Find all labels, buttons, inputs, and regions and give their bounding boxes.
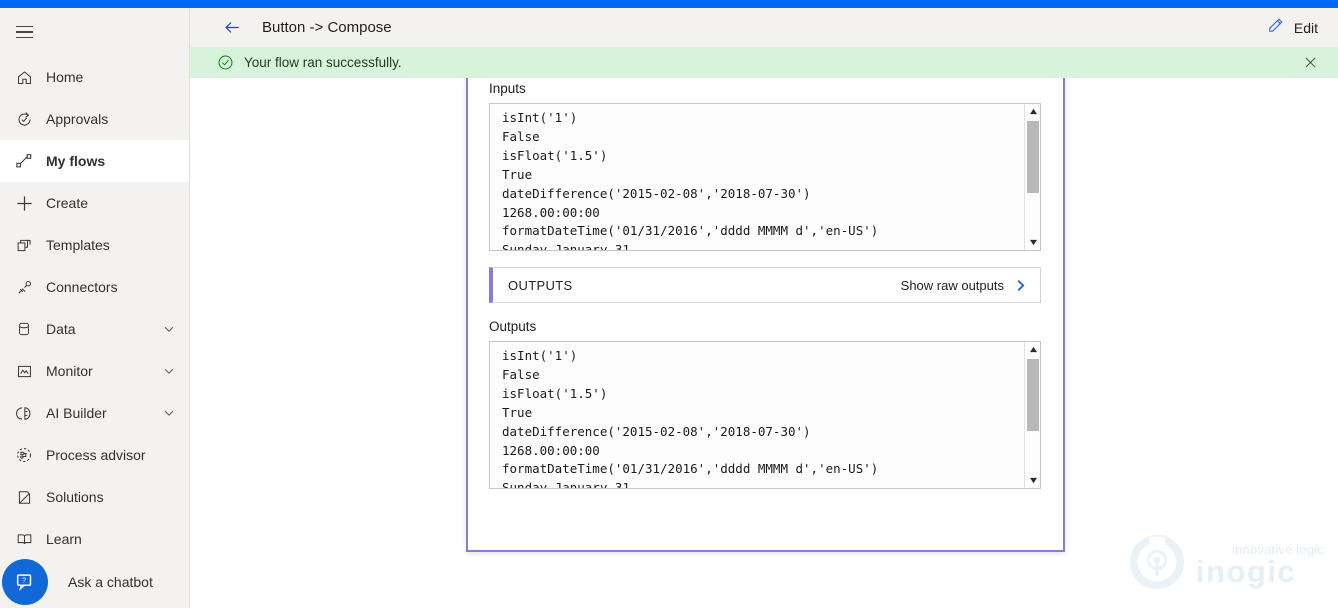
watermark-tagline: innovative logic	[1231, 542, 1324, 557]
menu-toggle-button[interactable]	[0, 8, 189, 56]
flow-run-detail-card: Inputs isInt('1') False isFloat('1.5') T…	[466, 78, 1065, 552]
chatbot-icon[interactable]: ?	[2, 558, 48, 605]
chevron-down-icon[interactable]	[162, 322, 176, 336]
inogic-watermark: innovative logic inogic	[1126, 531, 1324, 598]
scroll-down-arrow-icon[interactable]	[1025, 473, 1040, 488]
page-title: Button -> Compose	[262, 19, 392, 36]
sidebar-item-learn[interactable]: Learn	[0, 518, 189, 560]
outputs-code-box[interactable]: isInt('1') False isFloat('1.5') True dat…	[489, 341, 1041, 489]
edit-button[interactable]: Edit	[1266, 16, 1318, 40]
inputs-code-box[interactable]: isInt('1') False isFloat('1.5') True dat…	[489, 103, 1041, 251]
page-header: Button -> Compose Edit	[190, 8, 1338, 47]
sidebar-item-label: Create	[46, 195, 89, 211]
show-raw-outputs-label: Show raw outputs	[900, 277, 1004, 293]
monitor-icon	[8, 355, 40, 387]
show-raw-outputs-link[interactable]: Show raw outputs	[901, 278, 1028, 293]
sidebar-item-label: Monitor	[46, 363, 93, 379]
home-icon	[8, 61, 40, 93]
outputs-scrollbar[interactable]	[1024, 342, 1040, 488]
my-flows-icon	[8, 145, 40, 177]
plus-icon	[8, 187, 40, 219]
scroll-down-arrow-icon[interactable]	[1025, 235, 1040, 250]
sidebar-item-templates[interactable]: Templates	[0, 224, 189, 266]
sidebar-item-process-advisor[interactable]: Process advisor	[0, 434, 189, 476]
outputs-section-title: OUTPUTS	[508, 277, 573, 293]
sidebar-item-label: Learn	[46, 531, 82, 547]
sidebar-item-home[interactable]: Home	[0, 56, 189, 98]
scrollbar-thumb[interactable]	[1027, 121, 1039, 193]
sidebar-item-label: Connectors	[46, 279, 118, 295]
back-arrow-icon[interactable]	[216, 12, 248, 44]
chevron-right-icon	[1013, 278, 1028, 293]
app-root: Home Approvals My flows Create Templates…	[0, 0, 1338, 608]
watermark-brand: inogic	[1195, 554, 1297, 589]
learn-icon	[8, 523, 40, 555]
sidebar-item-label: Solutions	[46, 489, 104, 505]
inogic-logo-icon	[1126, 531, 1188, 598]
watermark-text: innovative logic inogic	[1196, 542, 1324, 587]
sidebar-item-label: Data	[46, 321, 76, 337]
hamburger-icon[interactable]	[8, 16, 40, 48]
solutions-icon	[8, 481, 40, 513]
templates-icon	[8, 229, 40, 261]
scrollbar-thumb[interactable]	[1027, 359, 1039, 431]
outputs-code-text: isInt('1') False isFloat('1.5') True dat…	[502, 348, 879, 489]
inputs-scrollbar[interactable]	[1024, 104, 1040, 250]
left-navigation-rail: Home Approvals My flows Create Templates…	[0, 8, 190, 608]
ai-builder-icon	[8, 397, 40, 429]
sidebar-item-ai-builder[interactable]: AI Builder	[0, 392, 189, 434]
inputs-code-text: isInt('1') False isFloat('1.5') True dat…	[502, 110, 879, 251]
svg-text:?: ?	[22, 575, 26, 584]
success-check-icon	[217, 54, 234, 71]
sidebar-item-monitor[interactable]: Monitor	[0, 350, 189, 392]
sidebar-item-label: Process advisor	[46, 447, 146, 463]
sidebar-item-label: Templates	[46, 237, 110, 253]
edit-button-label: Edit	[1293, 19, 1318, 36]
main-canvas: Inputs isInt('1') False isFloat('1.5') T…	[190, 78, 1338, 608]
close-icon[interactable]	[1301, 54, 1319, 72]
inputs-label: Inputs	[489, 81, 526, 96]
sidebar-item-data[interactable]: Data	[0, 308, 189, 350]
sidebar-item-label: Approvals	[46, 111, 109, 127]
approvals-icon	[8, 103, 40, 135]
chevron-down-icon[interactable]	[162, 364, 176, 378]
sidebar-item-approvals[interactable]: Approvals	[0, 98, 189, 140]
chatbot-label: Ask a chatbot	[68, 573, 153, 590]
outputs-section-header: OUTPUTS Show raw outputs	[489, 267, 1041, 303]
chevron-down-icon[interactable]	[162, 406, 176, 420]
sidebar-item-label: My flows	[46, 153, 106, 169]
database-icon	[8, 313, 40, 345]
sidebar-item-label: Home	[46, 69, 84, 85]
success-banner-message: Your flow ran successfully.	[244, 55, 402, 70]
sidebar-item-connectors[interactable]: Connectors	[0, 266, 189, 308]
connectors-icon	[8, 271, 40, 303]
scroll-up-arrow-icon[interactable]	[1025, 342, 1040, 357]
sidebar-item-solutions[interactable]: Solutions	[0, 476, 189, 518]
top-accent-strip	[0, 0, 1338, 8]
scroll-up-arrow-icon[interactable]	[1025, 104, 1040, 119]
sidebar-item-label: AI Builder	[46, 405, 107, 421]
chatbot-launcher[interactable]: ? Ask a chatbot	[0, 555, 189, 608]
success-banner: Your flow ran successfully.	[190, 47, 1338, 78]
sidebar-item-my-flows[interactable]: My flows	[0, 140, 189, 182]
sidebar-item-create[interactable]: Create	[0, 182, 189, 224]
pencil-icon	[1266, 16, 1285, 40]
process-advisor-icon	[8, 439, 40, 471]
outputs-label: Outputs	[489, 319, 537, 334]
